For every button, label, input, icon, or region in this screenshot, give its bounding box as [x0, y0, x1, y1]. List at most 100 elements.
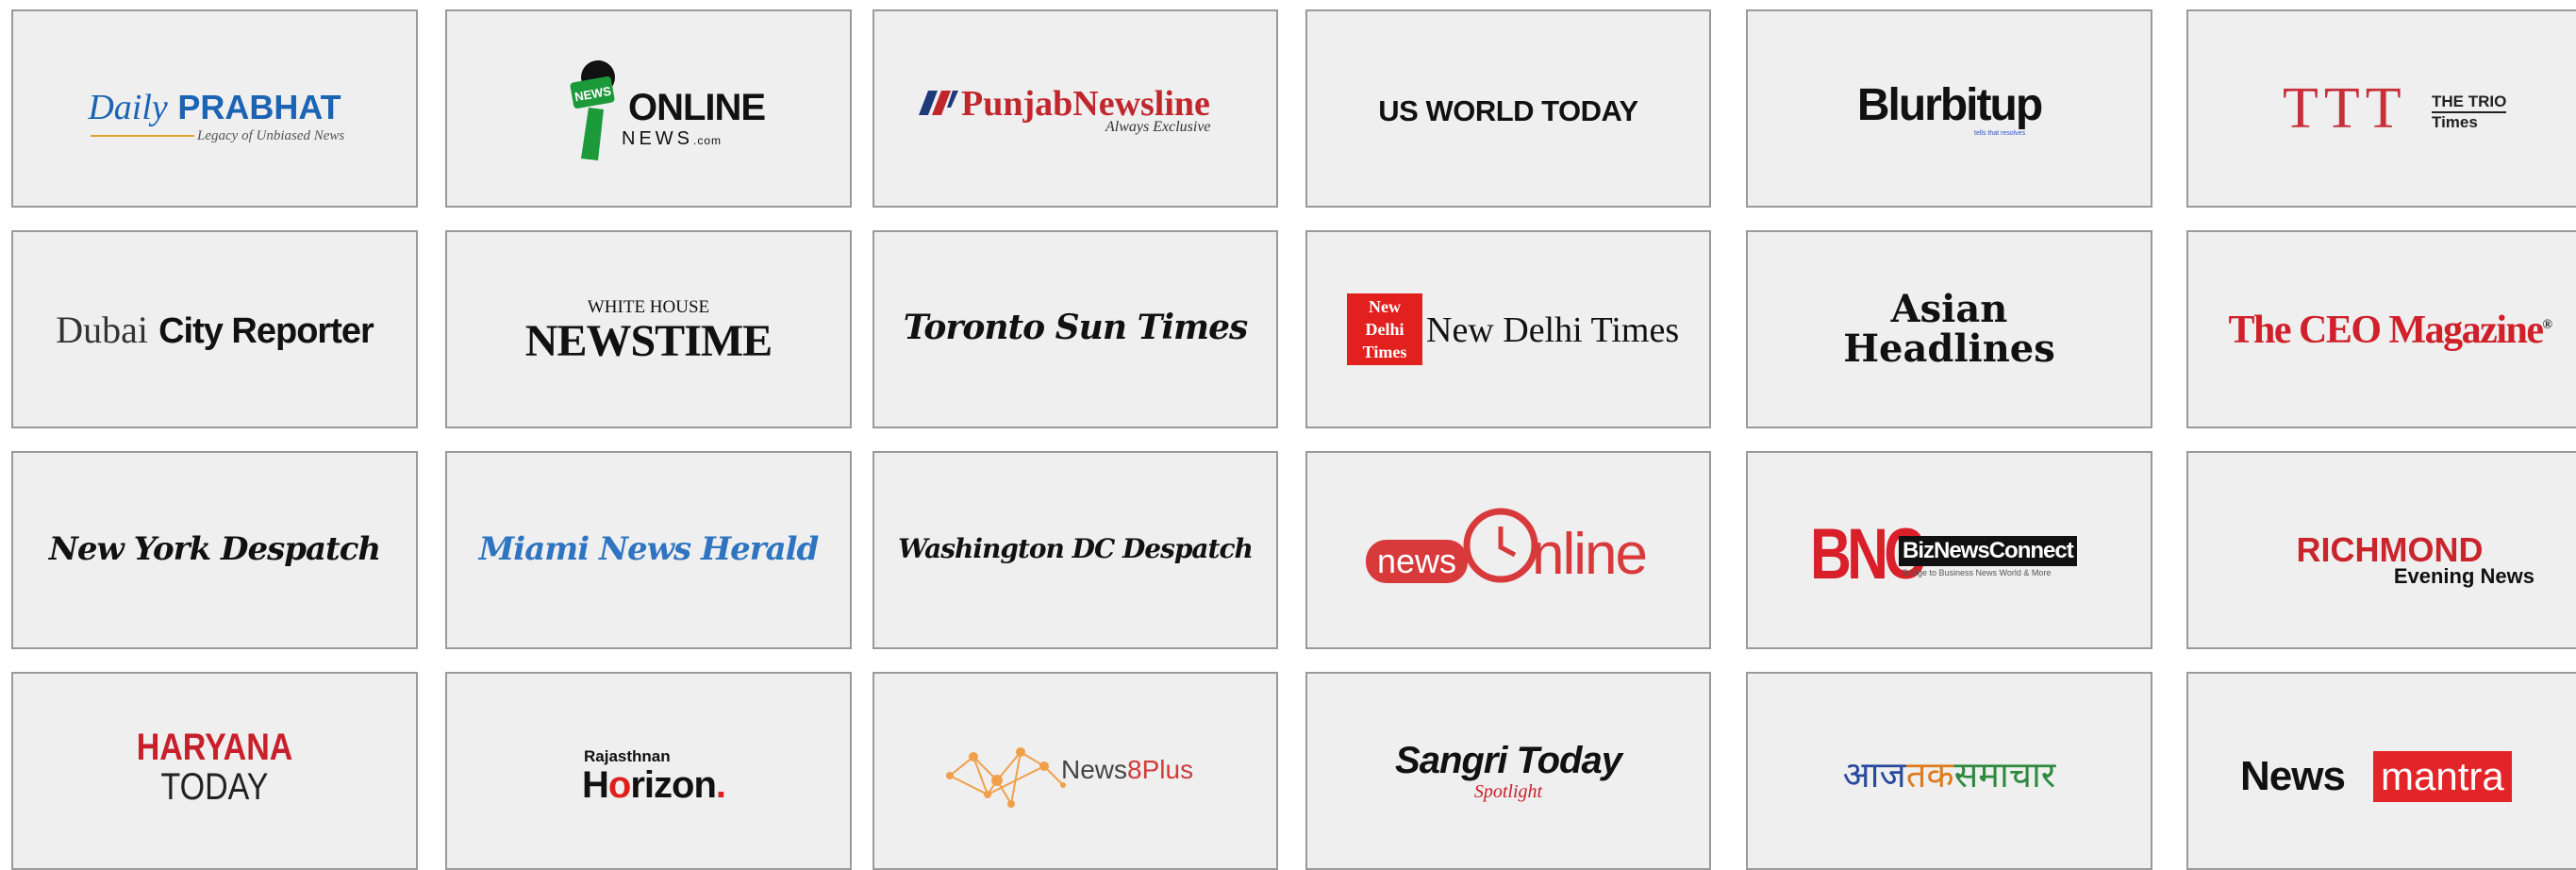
ttt-mark: TTT [2283, 76, 2407, 141]
logo-card-us-world-today[interactable]: US WORLD TODAY [1305, 9, 1711, 208]
miami-news-herald-logo: Miami News Herald [447, 453, 850, 647]
daily-prabhat-tagline: Legacy of Unbiased News [197, 128, 345, 143]
logo-card-asian-headlines[interactable]: Asian Headlines [1746, 230, 2152, 428]
washington-dc-despatch-name: Washington DC Despatch [898, 533, 1254, 564]
punjab-slash-mark-icon [919, 91, 958, 115]
logo-card-news8plus[interactable]: News8Plus [873, 672, 1278, 870]
rajasthan-horizon-top: Rajasthnan [584, 747, 671, 765]
aaj-tak-samachar-logo: आजतकसमाचार [1748, 674, 2151, 868]
richmond-logo: RICHMOND Evening News [2188, 453, 2576, 647]
logo-card-punjab-newsline[interactable]: PunjabNewsline Always Exclusive [873, 9, 1278, 208]
white-house-newstime-name: NEWSTIME [524, 316, 773, 366]
the-ceo-magazine-name: The CEO Magazine [2228, 309, 2544, 352]
rajasthan-horizon-name: Horizon. [582, 764, 726, 807]
logo-card-bnc[interactable]: BNC BizNewsConnect Bridge to Business Ne… [1746, 451, 2152, 649]
haryana-today-line1: HARYANA [136, 727, 293, 768]
haryana-today-line2: TODAY [160, 766, 269, 808]
blurbitup-logo: Blurbitup tells that resolves [1748, 11, 2151, 206]
logo-card-richmond[interactable]: RICHMOND Evening News [2186, 451, 2576, 649]
news8plus-c: Plus [1141, 755, 1194, 784]
new-delhi-times-box: New Delhi Times [1347, 293, 1422, 365]
toronto-sun-times-name: Toronto Sun Times [903, 308, 1249, 347]
news-online-pill: news [1366, 540, 1469, 583]
news8plus-b: 8 [1127, 755, 1142, 784]
white-house-newstime-logo: WHITE HOUSE NEWSTIME [447, 232, 850, 427]
aaj-tak-samachar-c: समाचार [1953, 754, 2056, 795]
news-mantra-logo: News mantra [2188, 674, 2576, 868]
rajasthan-horizon-logo: Rajasthnan Horizon. [447, 674, 850, 868]
sangri-today-name: Sangri Today [1395, 740, 1622, 781]
sangri-today-tagline: Spotlight [1473, 781, 1543, 802]
news-online-text: nline [1532, 522, 1648, 587]
logo-card-sangri-today[interactable]: Sangri Today Spotlight [1305, 672, 1711, 870]
punjab-newsline-tagline: Always Exclusive [1105, 119, 1211, 135]
toronto-sun-times-logo: Toronto Sun Times [874, 232, 1276, 427]
blurbitup-name: Blurbitup [1856, 80, 2043, 130]
new-delhi-times-box-2: Delhi [1365, 320, 1404, 339]
news8plus-logo: News8Plus [874, 674, 1276, 868]
blurbitup-tagline: tells that resolves [1974, 130, 2026, 137]
logo-card-new-york-despatch[interactable]: New York Despatch [11, 451, 418, 649]
logo-card-miami-news-herald[interactable]: Miami News Herald [445, 451, 852, 649]
logo-card-aaj-tak-samachar[interactable]: आजतकसमाचार [1746, 672, 2152, 870]
logo-card-the-ceo-magazine[interactable]: The CEO Magazine® [2186, 230, 2576, 428]
the-ceo-magazine-reg: ® [2542, 318, 2552, 332]
news-mantra-a: News [2240, 753, 2346, 799]
new-york-despatch-logo: New York Despatch [13, 453, 416, 647]
richmond-line2: Evening News [2393, 564, 2534, 588]
logo-card-daily-prabhat[interactable]: Daily PRABHAT Legacy of Unbiased News [11, 9, 418, 208]
us-world-today-name: US WORLD TODAY [1378, 94, 1638, 127]
online-news-sub: NEWS.com [622, 128, 722, 150]
online-news-logo: NEWS ONLINE NEWS.com [447, 11, 850, 206]
aaj-tak-samachar-b: तक [1905, 754, 1954, 795]
logo-card-the-trio-times[interactable]: TTT THE TRIO Times [2186, 9, 2576, 208]
daily-prabhat-logo: Daily PRABHAT Legacy of Unbiased News [13, 11, 416, 206]
ttt-line2: Times [2432, 113, 2478, 131]
dubai-city-reporter-name-b: City Reporter [158, 311, 374, 351]
online-news-domain: .com [693, 134, 723, 147]
bnc-tagline: Bridge to Business News World & More [1903, 568, 2052, 577]
the-ceo-magazine-logo: The CEO Magazine® [2188, 232, 2576, 427]
new-delhi-times-box-1: New [1369, 297, 1401, 316]
news8plus-name: News8Plus [1061, 755, 1193, 785]
haryana-today-logo: HARYANA TODAY [13, 674, 416, 868]
logo-card-news-online[interactable]: news nline [1305, 451, 1711, 649]
new-york-despatch-name: New York Despatch [48, 530, 381, 568]
asian-headlines-logo: Asian Headlines [1748, 232, 2151, 427]
logo-card-online-news[interactable]: NEWS ONLINE NEWS.com [445, 9, 852, 208]
logo-card-white-house-newstime[interactable]: WHITE HOUSE NEWSTIME [445, 230, 852, 428]
online-news-name: ONLINE [628, 87, 766, 128]
daily-prabhat-name-a: Daily [88, 88, 168, 127]
dubai-city-reporter-logo: Dubai City Reporter [13, 232, 416, 427]
asian-headlines-line2: Headlines [1843, 326, 2055, 371]
the-trio-times-logo: TTT THE TRIO Times [2188, 11, 2576, 206]
logo-card-news-mantra[interactable]: News mantra [2186, 672, 2576, 870]
rajasthan-horizon-rest: rizon [630, 764, 717, 806]
logo-card-washington-dc-despatch[interactable]: Washington DC Despatch [873, 451, 1278, 649]
rajasthan-horizon-h: H [582, 764, 609, 806]
washington-dc-despatch-logo: Washington DC Despatch [874, 453, 1276, 647]
clock-icon [1463, 508, 1538, 583]
logo-card-haryana-today[interactable]: HARYANA TODAY [11, 672, 418, 870]
asian-headlines-line1: Asian [1890, 287, 2008, 331]
logo-card-blurbitup[interactable]: Blurbitup tells that resolves [1746, 9, 2152, 208]
the-ceo-magazine-wrap: The CEO Magazine® [2188, 308, 2576, 353]
logo-card-dubai-city-reporter[interactable]: Dubai City Reporter [11, 230, 418, 428]
aaj-tak-samachar-a: आज [1842, 754, 1906, 795]
punjab-newsline-logo: PunjabNewsline Always Exclusive [874, 11, 1276, 206]
bnc-logo: BNC BizNewsConnect Bridge to Business Ne… [1748, 453, 2151, 647]
us-world-today-logo: US WORLD TODAY [1307, 11, 1709, 206]
logo-card-new-delhi-times[interactable]: New Delhi Times New Delhi Times [1305, 230, 1711, 428]
online-news-sub-text: NEWS [622, 128, 693, 149]
miami-news-herald-name: Miami News Herald [478, 530, 820, 568]
logo-card-toronto-sun-times[interactable]: Toronto Sun Times [873, 230, 1278, 428]
aaj-tak-samachar-name: आजतकसमाचार [1748, 749, 2151, 798]
logo-card-rajasthan-horizon[interactable]: Rajasthnan Horizon. [445, 672, 852, 870]
rajasthan-horizon-dot: . [715, 764, 726, 806]
dubai-city-reporter-name-a: Dubai [56, 309, 148, 351]
daily-prabhat-name-b: PRABHAT [177, 88, 341, 126]
news-mantra-b: mantra [2373, 751, 2512, 802]
news-online-logo: news nline [1307, 453, 1709, 647]
daily-prabhat-rule [91, 135, 194, 137]
news8plus-a: News [1061, 755, 1128, 784]
